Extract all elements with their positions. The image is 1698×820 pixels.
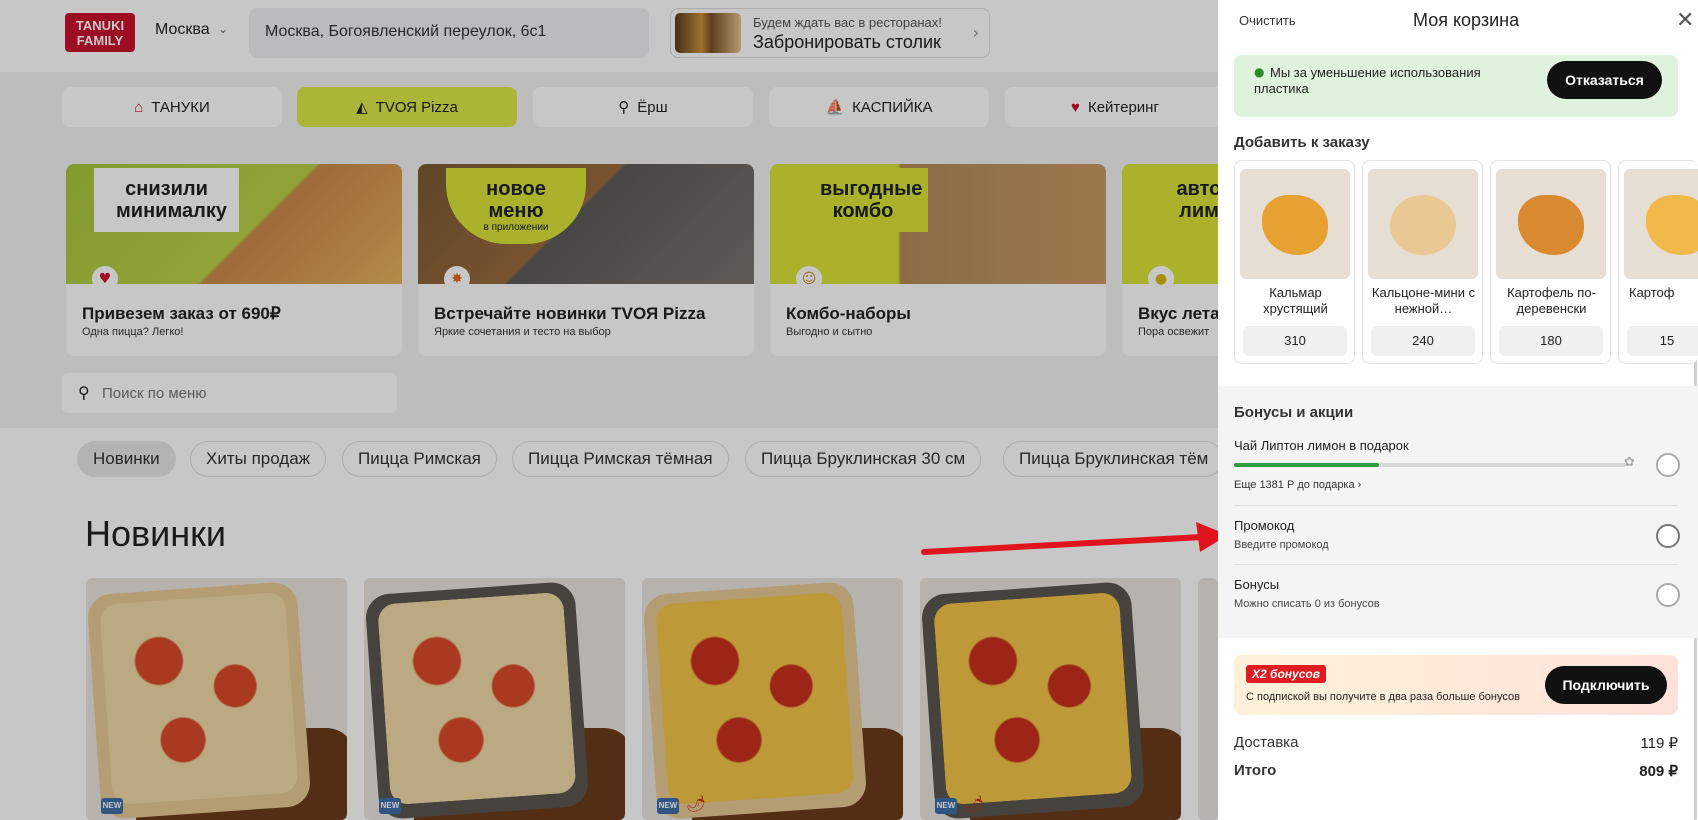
- calzone-image: [1390, 195, 1456, 255]
- addons-title: Добавить к заказу: [1234, 134, 1370, 151]
- addon-price-button[interactable]: 240: [1371, 326, 1475, 356]
- addon-price-button[interactable]: 180: [1499, 326, 1603, 356]
- chevron-right-icon: ›: [1357, 479, 1362, 491]
- decline-plastic-button[interactable]: Отказаться: [1547, 61, 1662, 99]
- promo-code-label[interactable]: Промокод: [1234, 518, 1294, 533]
- addon-image: [1240, 169, 1350, 279]
- total-value: 809 ₽: [1639, 763, 1678, 780]
- clear-cart-button[interactable]: Очистить: [1239, 13, 1296, 28]
- gift-progress-bar: [1234, 463, 1626, 467]
- cart-panel: Очистить Моя корзина ✕ ● Мы за уменьшени…: [1218, 0, 1698, 820]
- addon-card[interactable]: Картоф 15: [1618, 160, 1698, 364]
- addon-name: Картофель по-деревенски: [1507, 285, 1596, 316]
- addon-card[interactable]: Картофель по-деревенски 180: [1490, 160, 1611, 364]
- delivery-label: Доставка: [1234, 734, 1299, 751]
- eco-text: Мы за уменьшение использования пластика: [1254, 65, 1481, 96]
- x2-text: С подпиской вы получите в два раза больш…: [1246, 691, 1520, 703]
- gift-radio[interactable]: [1656, 453, 1680, 477]
- cart-title: Моя корзина: [1413, 10, 1520, 30]
- addon-name: Кальмар хрустящий: [1263, 285, 1328, 316]
- fries-image: [1646, 195, 1698, 255]
- squid-image: [1262, 195, 1328, 255]
- bonuses-radio[interactable]: [1656, 583, 1680, 607]
- promo-code-radio[interactable]: [1656, 524, 1680, 548]
- eco-banner: ● Мы за уменьшение использования пластик…: [1234, 55, 1678, 117]
- addon-image: [1368, 169, 1478, 279]
- close-icon[interactable]: ✕: [1676, 8, 1694, 33]
- addon-card[interactable]: Кальмар хрустящий 310: [1234, 160, 1355, 364]
- addon-card[interactable]: Кальцоне-мини с нежной… 240: [1362, 160, 1483, 364]
- bonuses-label[interactable]: Бонусы: [1234, 577, 1279, 592]
- addon-image: [1496, 169, 1606, 279]
- divider: [1234, 564, 1678, 565]
- bonus-title: Бонусы и акции: [1234, 404, 1354, 421]
- gift-progress-fill: [1234, 463, 1380, 467]
- gift-remaining[interactable]: Еще 1381 Р до подарка ›: [1234, 479, 1361, 491]
- gift-icon: ✿: [1624, 455, 1635, 470]
- addon-name: Кальцоне-мини с нежной…: [1371, 285, 1476, 316]
- delivery-value: 119 ₽: [1640, 735, 1678, 752]
- bonuses-hint: Можно списать 0 из бонусов: [1234, 598, 1380, 610]
- divider: [1234, 505, 1678, 506]
- potato-image: [1518, 195, 1584, 255]
- addon-price-button[interactable]: 15: [1627, 326, 1698, 356]
- x2-badge: Х2 бонусов: [1246, 665, 1326, 683]
- subscribe-button[interactable]: Подключить: [1545, 666, 1667, 704]
- gift-remaining-text: Еще 1381 Р до подарка: [1234, 479, 1355, 491]
- modal-backdrop[interactable]: [0, 0, 1218, 820]
- gift-label: Чай Липтон лимон в подарок: [1234, 438, 1409, 453]
- addon-image: [1624, 169, 1698, 279]
- addon-price-button[interactable]: 310: [1243, 326, 1347, 356]
- addon-name: Картоф: [1629, 285, 1675, 300]
- promo-code-hint: Введите промокод: [1234, 539, 1329, 551]
- total-label: Итого: [1234, 762, 1277, 779]
- annotation-arrow: [921, 522, 1228, 555]
- x2-bonus-banner: Х2 бонусов С подпиской вы получите в два…: [1234, 655, 1678, 715]
